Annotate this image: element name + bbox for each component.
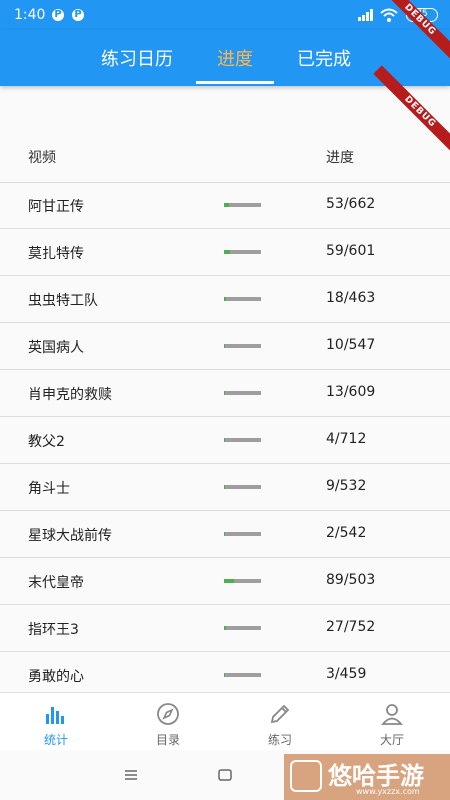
watermark-url: www.yxzzx.com (356, 787, 420, 796)
bar-chart-icon (46, 707, 64, 724)
watermark: 悠哈手游 www.yxzzx.com (284, 754, 450, 800)
progress-count: 59/601 (326, 243, 376, 259)
person-icon (381, 704, 403, 725)
progress-bar-fill (224, 203, 229, 207)
bottom-navigation: 统计 目录 练习 大厅 (0, 692, 450, 751)
notification-p-icon: P (52, 9, 64, 21)
column-header-video: 视频 (28, 150, 56, 166)
progress-bar-fill (224, 344, 225, 348)
table-row[interactable]: 角斗士 9/532 (0, 464, 450, 511)
progress-count: 2/542 (326, 525, 367, 541)
tab-completed[interactable]: 已完成 (279, 30, 369, 86)
progress-count: 53/662 (326, 196, 376, 212)
table-row[interactable]: 阿甘正传 53/662 (0, 182, 450, 229)
nav-label: 大厅 (379, 733, 404, 747)
progress-bar (224, 673, 261, 677)
video-title: 阿甘正传 (28, 199, 84, 215)
progress-bar-fill (224, 250, 230, 254)
progress-bar-fill (224, 485, 225, 489)
progress-bar (224, 485, 261, 489)
video-title: 教父2 (28, 434, 65, 450)
table-row[interactable]: 肖申克的救赎 13/609 (0, 370, 450, 417)
progress-bar (224, 250, 261, 254)
nav-lobby[interactable]: 大厅 (336, 693, 448, 751)
tab-progress[interactable]: 进度 (190, 30, 280, 86)
progress-bar-fill (224, 673, 225, 677)
video-title: 莫扎特传 (28, 246, 84, 262)
pencil-icon (270, 704, 290, 724)
table-header: 视频 进度 (0, 135, 450, 183)
progress-bar-fill (224, 532, 225, 536)
status-time: 1:40 (14, 7, 46, 23)
progress-count: 18/463 (326, 290, 376, 306)
table-row[interactable]: 勇敢的心 3/459 (0, 652, 450, 692)
video-title: 虫虫特工队 (28, 293, 98, 309)
progress-bar (224, 438, 261, 442)
progress-count: 3/459 (326, 666, 367, 682)
nav-catalog[interactable]: 目录 (112, 693, 224, 751)
watermark-text: 悠哈手游 (328, 762, 424, 790)
status-bar: 1:40 P P 75 (0, 0, 450, 30)
progress-list[interactable]: 阿甘正传 53/662 莫扎特传 59/601 虫虫特工队 18/463 英国病人 10/54… (0, 182, 450, 692)
progress-bar-fill (224, 579, 234, 583)
nav-label: 目录 (155, 733, 180, 747)
progress-count: 10/547 (326, 337, 376, 353)
tab-indicator (196, 81, 274, 84)
progress-bar (224, 203, 261, 207)
progress-count: 4/712 (326, 431, 367, 447)
compass-icon (157, 703, 179, 725)
nav-practice[interactable]: 练习 (224, 693, 336, 751)
table-row[interactable]: 星球大战前传 2/542 (0, 511, 450, 558)
signal-icon (358, 9, 373, 21)
notification-p-icon: P (72, 9, 84, 21)
nav-label: 练习 (267, 733, 292, 747)
progress-count: 13/609 (326, 384, 376, 400)
progress-bar (224, 579, 261, 583)
tab-calendar[interactable]: 练习日历 (92, 30, 182, 86)
video-title: 英国病人 (28, 340, 84, 356)
table-row[interactable]: 英国病人 10/547 (0, 323, 450, 370)
video-title: 角斗士 (28, 481, 70, 497)
nav-label: 统计 (43, 733, 68, 747)
progress-bar (224, 626, 261, 630)
video-title: 勇敢的心 (28, 669, 84, 685)
table-row[interactable]: 教父2 4/712 (0, 417, 450, 464)
progress-bar (224, 391, 261, 395)
column-header-progress: 进度 (326, 150, 354, 166)
progress-bar (224, 297, 261, 301)
progress-bar-fill (224, 438, 225, 442)
progress-count: 89/503 (326, 572, 376, 588)
video-title: 星球大战前传 (28, 528, 112, 544)
wifi-icon (380, 8, 398, 22)
home-icon[interactable] (217, 767, 233, 783)
video-title: 肖申克的救赎 (28, 387, 112, 403)
watermark-logo-icon (290, 760, 322, 792)
nav-stats[interactable]: 统计 (0, 693, 112, 751)
video-title: 指环王3 (28, 622, 79, 638)
menu-icon[interactable] (123, 767, 139, 783)
progress-bar (224, 532, 261, 536)
table-row[interactable]: 指环王3 27/752 (0, 605, 450, 652)
table-row[interactable]: 末代皇帝 89/503 (0, 558, 450, 605)
progress-bar-fill (224, 626, 226, 630)
table-row[interactable]: 莫扎特传 59/601 (0, 229, 450, 276)
progress-count: 27/752 (326, 619, 376, 635)
progress-bar (224, 344, 261, 348)
progress-count: 9/532 (326, 478, 367, 494)
table-row[interactable]: 虫虫特工队 18/463 (0, 276, 450, 323)
progress-bar-fill (224, 391, 225, 395)
progress-bar-fill (224, 297, 226, 301)
video-title: 末代皇帝 (28, 575, 84, 591)
